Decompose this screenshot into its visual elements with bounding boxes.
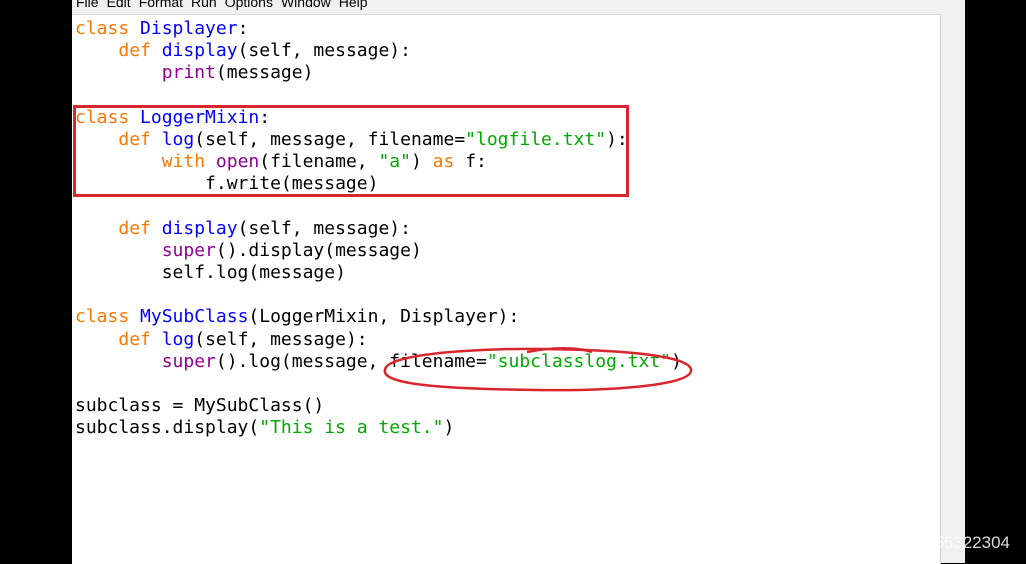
code-token: ().display(message) bbox=[215, 239, 422, 261]
code-token: class bbox=[75, 306, 141, 328]
menu-file[interactable]: File bbox=[76, 0, 99, 11]
code-token: display bbox=[161, 217, 238, 239]
vertical-scrollbar[interactable] bbox=[941, 14, 965, 563]
loggermixin-highlight-box bbox=[73, 105, 629, 197]
code-token: (self, message): bbox=[237, 40, 411, 62]
code-token: Displayer bbox=[140, 18, 238, 39]
code-line[interactable]: print(message) bbox=[75, 62, 682, 84]
code-line[interactable]: class Displayer: bbox=[75, 18, 682, 40]
code-line[interactable]: self.log(message) bbox=[75, 262, 682, 284]
code-token: MySubClass bbox=[140, 306, 249, 328]
code-token: (self, message): bbox=[237, 217, 411, 239]
code-token: subclass.display( bbox=[75, 417, 260, 439]
code-token: (self, message): bbox=[194, 328, 368, 350]
code-token: log bbox=[161, 328, 195, 350]
code-token: : bbox=[237, 18, 249, 39]
code-token: super bbox=[161, 350, 216, 372]
code-token: self.log(message) bbox=[75, 262, 346, 284]
code-token: def bbox=[118, 217, 162, 239]
code-token: subclass = MySubClass() bbox=[75, 395, 325, 417]
code-token: (message) bbox=[215, 62, 314, 84]
code-token: (LoggerMixin, Displayer): bbox=[248, 306, 520, 328]
idle-editor-window: File Edit Format Run Options Window Help… bbox=[72, 0, 965, 564]
menu-run[interactable]: Run bbox=[191, 0, 217, 11]
code-line[interactable] bbox=[75, 196, 682, 218]
menu-help[interactable]: Help bbox=[339, 0, 368, 11]
code-line[interactable]: subclass.display("This is a test.") bbox=[75, 417, 682, 439]
code-token: def bbox=[118, 328, 162, 350]
code-token: display bbox=[161, 40, 238, 62]
menu-format[interactable]: Format bbox=[139, 0, 183, 11]
filename-argument-circle bbox=[383, 347, 693, 392]
menu-bar: File Edit Format Run Options Window Help bbox=[72, 0, 368, 11]
code-line[interactable]: def display(self, message): bbox=[75, 40, 682, 62]
code-token: ) bbox=[443, 417, 455, 439]
code-line[interactable]: super().display(message) bbox=[75, 240, 682, 262]
code-token: super bbox=[161, 239, 216, 261]
code-line[interactable]: class MySubClass(LoggerMixin, Displayer)… bbox=[75, 306, 682, 328]
code-token: "This is a test." bbox=[259, 417, 444, 439]
menu-edit[interactable]: Edit bbox=[107, 0, 131, 11]
menu-window[interactable]: Window bbox=[281, 0, 331, 11]
menu-options[interactable]: Options bbox=[225, 0, 273, 11]
code-line[interactable]: subclass = MySubClass() bbox=[75, 395, 682, 417]
code-token: class bbox=[75, 18, 141, 39]
code-token: print bbox=[161, 62, 216, 84]
csdn-watermark: CSDN @weixin_55322304 bbox=[807, 533, 1010, 552]
code-editor[interactable]: class Displayer: def display(self, messa… bbox=[72, 14, 941, 564]
code-line[interactable] bbox=[75, 85, 682, 107]
code-line[interactable] bbox=[75, 284, 682, 306]
code-token: def bbox=[118, 40, 162, 62]
code-line[interactable]: def display(self, message): bbox=[75, 218, 682, 240]
